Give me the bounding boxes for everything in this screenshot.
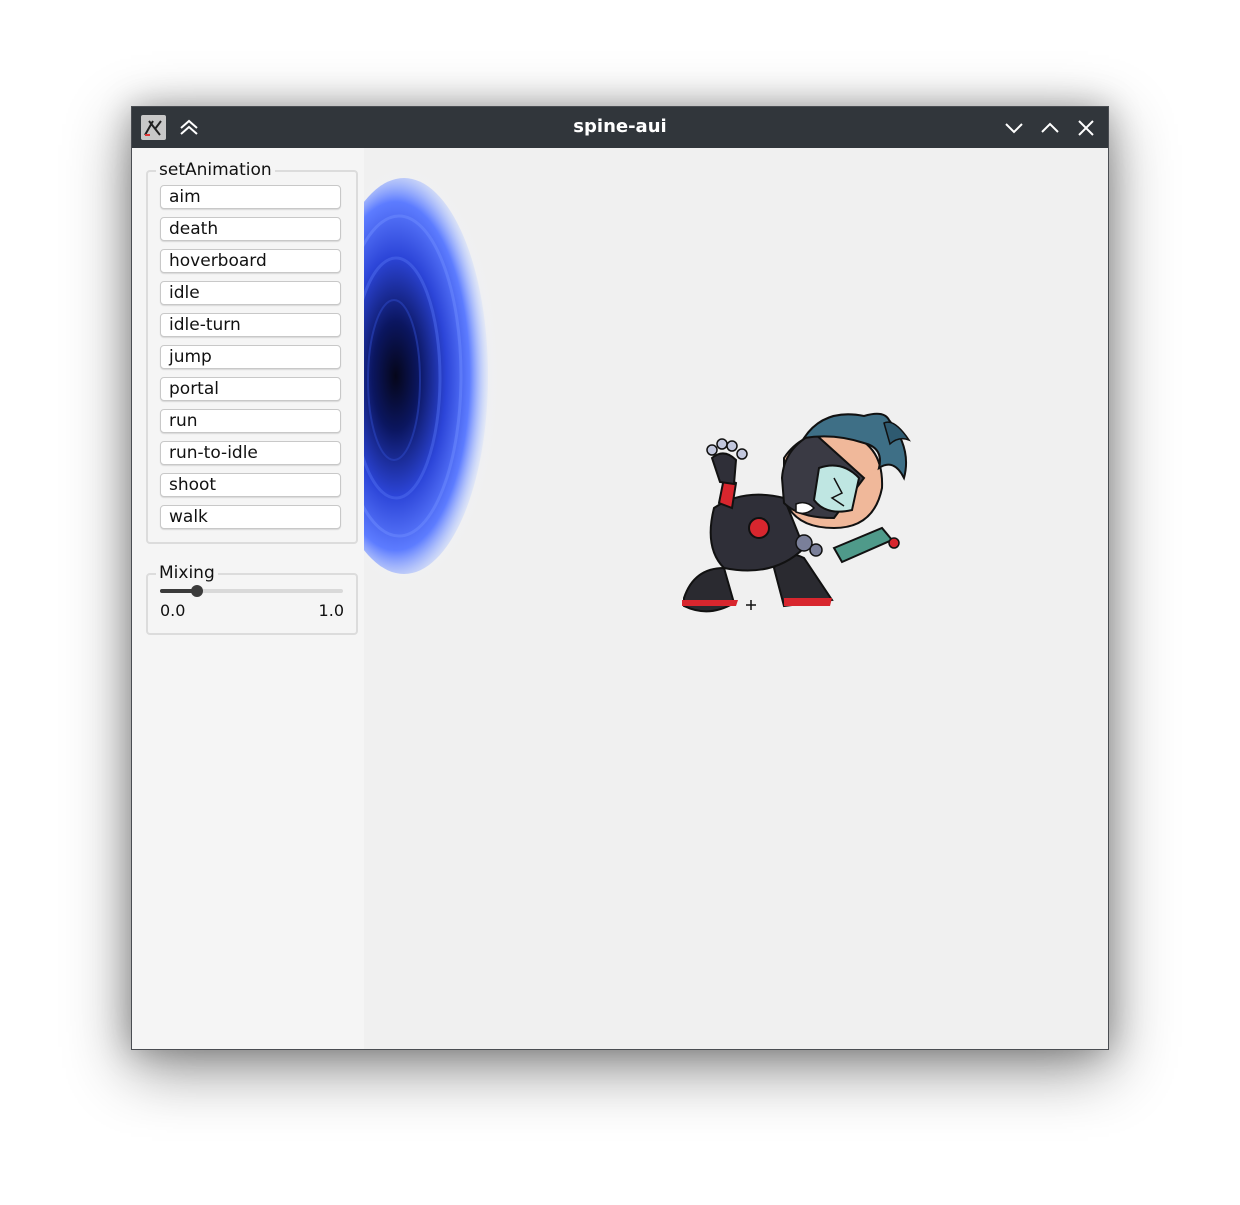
animation-button-shoot[interactable]: shoot xyxy=(160,473,341,497)
portal-effect xyxy=(364,166,499,586)
window-title: spine-aui xyxy=(573,116,667,137)
minimize-button[interactable] xyxy=(1002,116,1026,140)
animation-button-walk[interactable]: walk xyxy=(160,505,341,529)
animation-button-aim[interactable]: aim xyxy=(160,185,341,209)
set-animation-legend: setAnimation xyxy=(156,160,275,180)
animation-button-run[interactable]: run xyxy=(160,409,341,433)
mixing-slider[interactable] xyxy=(160,585,343,597)
mixing-legend: Mixing xyxy=(156,563,218,583)
control-panel: setAnimation aim death hoverboard idle i… xyxy=(132,148,364,1049)
mixing-min-label: 0.0 xyxy=(160,601,186,620)
animation-button-portal[interactable]: portal xyxy=(160,377,341,401)
viewport-scene xyxy=(364,166,912,613)
animation-button-idle[interactable]: idle xyxy=(160,281,341,305)
close-button[interactable] xyxy=(1074,116,1098,140)
animation-button-idle-turn[interactable]: idle-turn xyxy=(160,313,341,337)
animation-button-run-to-idle[interactable]: run-to-idle xyxy=(160,441,341,465)
animation-button-hoverboard[interactable]: hoverboard xyxy=(160,249,341,273)
mixing-slider-handle[interactable] xyxy=(190,585,203,597)
mixing-group: Mixing 0.0 1.0 xyxy=(146,563,358,635)
crosshair-marker xyxy=(746,600,756,610)
title-bar[interactable]: spine-aui xyxy=(132,107,1108,148)
close-icon xyxy=(1078,120,1094,136)
app-window: spine-aui setAnimation aim death hoverbo… xyxy=(131,106,1109,1050)
mixing-max-label: 1.0 xyxy=(318,601,344,620)
spine-character xyxy=(682,412,912,613)
animation-button-death[interactable]: death xyxy=(160,217,341,241)
chevron-up-icon xyxy=(1041,122,1059,133)
maximize-button[interactable] xyxy=(1038,116,1062,140)
chevron-down-icon xyxy=(1005,123,1023,134)
set-animation-group: setAnimation aim death hoverboard idle i… xyxy=(146,160,358,544)
animation-button-jump[interactable]: jump xyxy=(160,345,341,369)
spine-viewport[interactable] xyxy=(364,148,1108,1049)
